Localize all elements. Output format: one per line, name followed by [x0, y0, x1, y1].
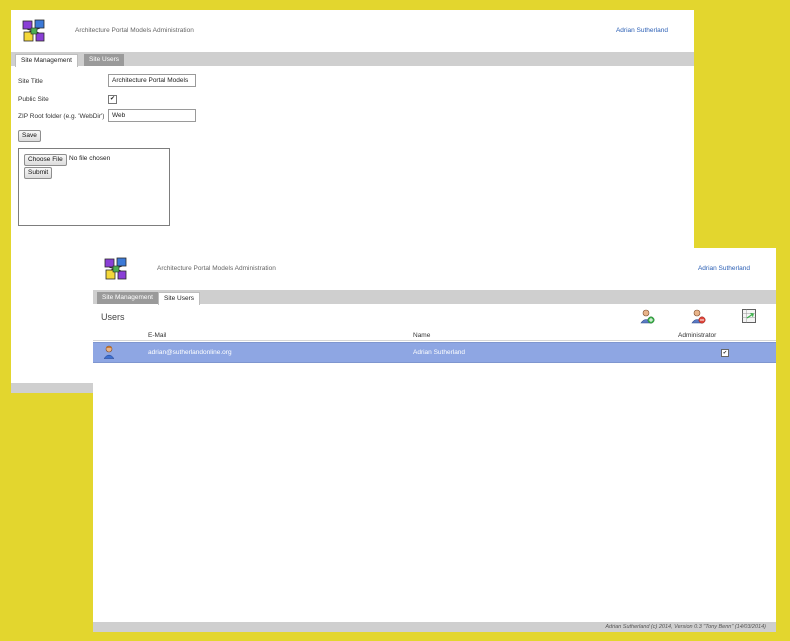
public-site-checkbox[interactable]: ✔ [108, 95, 117, 104]
tab-site-users[interactable]: Site Users [158, 292, 200, 305]
public-site-label: Public Site [18, 96, 49, 103]
user-link[interactable]: Adrian Sutherland [616, 27, 668, 34]
table-row[interactable]: adrian@sutherlandonline.org Adrian Suthe… [93, 342, 776, 363]
footer-bar: Adrian Sutherland (c) 2014, Version 0.3 … [93, 622, 776, 632]
column-header-administrator[interactable]: Administrator [678, 332, 716, 339]
user-link[interactable]: Adrian Sutherland [698, 265, 750, 272]
header-divider [93, 340, 776, 341]
row-administrator-checkbox[interactable]: ✔ [721, 349, 729, 357]
tab-site-management[interactable]: Site Management [15, 54, 78, 67]
site-users-window: Architecture Portal Models Administratio… [93, 248, 776, 632]
tab-site-users[interactable]: Site Users [84, 54, 124, 66]
row-name: Adrian Sutherland [413, 349, 466, 356]
upload-panel: Choose File No file chosen Submit [18, 148, 170, 226]
app-title: Architecture Portal Models Administratio… [157, 265, 276, 272]
app-logo-icon [22, 19, 45, 42]
app-title: Architecture Portal Models Administratio… [75, 27, 194, 34]
column-header-email[interactable]: E-Mail [148, 332, 166, 339]
choose-file-button[interactable]: Choose File [24, 154, 67, 166]
save-button[interactable]: Save [18, 130, 41, 142]
zip-root-label: ZIP Root folder (e.g. 'WebDir') [18, 113, 105, 120]
app-logo-icon [104, 257, 127, 280]
users-title: Users [101, 312, 125, 322]
row-email: adrian@sutherlandonline.org [148, 349, 232, 356]
tab-bar: Site Management Site Users [93, 290, 776, 305]
column-header-name[interactable]: Name [413, 332, 430, 339]
zip-root-input[interactable]: Web [108, 109, 196, 122]
add-user-icon[interactable] [639, 308, 655, 324]
submit-button[interactable]: Submit [24, 167, 53, 179]
app-header: Architecture Portal Models Administratio… [11, 10, 694, 52]
file-status: No file chosen [69, 155, 111, 162]
user-avatar-icon [103, 345, 115, 359]
site-title-label: Site Title [18, 78, 43, 85]
footer-text: Adrian Sutherland (c) 2014, Version 0.3 … [605, 624, 766, 630]
tab-bar: Site Management Site Users [11, 52, 694, 67]
export-icon[interactable] [741, 308, 757, 324]
site-title-input[interactable]: Architecture Portal Models [108, 74, 196, 87]
remove-user-icon[interactable] [690, 308, 706, 324]
app-header: Architecture Portal Models Administratio… [93, 248, 776, 290]
tab-site-management[interactable]: Site Management [97, 292, 158, 304]
